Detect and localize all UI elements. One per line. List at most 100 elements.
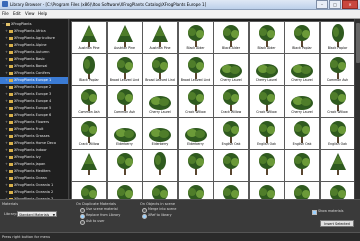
- tree-item[interactable]: + XFrogPlants Alpine: [0, 42, 68, 49]
- radio-use-scene-material[interactable]: [80, 208, 85, 213]
- plant-tile[interactable]: Cherry Laurel: [142, 85, 178, 118]
- plant-tile[interactable]: Black Alder: [213, 21, 249, 54]
- radio-replace-from-library[interactable]: [80, 214, 85, 219]
- plant-tile[interactable]: [248, 149, 285, 182]
- expand-icon[interactable]: +: [5, 56, 8, 63]
- expand-icon[interactable]: +: [5, 119, 8, 126]
- plant-tile[interactable]: English Oak: [284, 117, 320, 150]
- expand-icon[interactable]: +: [5, 35, 8, 42]
- plant-tile[interactable]: Broad Leaved Lind: [177, 53, 214, 86]
- plant-tile[interactable]: English Oak: [248, 117, 285, 150]
- plant-tile[interactable]: [319, 149, 354, 182]
- plant-tile[interactable]: [177, 149, 214, 182]
- tree-item[interactable]: + XFrogPlants Europe 6: [0, 112, 68, 119]
- plant-tile[interactable]: Broad Leaved Lind: [106, 53, 143, 86]
- plant-tile[interactable]: Elderberry: [106, 117, 143, 150]
- expand-icon[interactable]: +: [5, 154, 8, 161]
- expand-icon[interactable]: +: [5, 147, 8, 154]
- plant-tile[interactable]: Cherry Laurel: [284, 85, 320, 118]
- expand-icon[interactable]: +: [5, 126, 8, 133]
- plant-tile[interactable]: Black Alder: [177, 21, 214, 54]
- plant-tile[interactable]: [142, 149, 178, 182]
- expand-icon[interactable]: +: [5, 168, 8, 175]
- plant-tile[interactable]: Elderberry: [177, 117, 214, 150]
- radio-ask-to-user[interactable]: [80, 220, 85, 225]
- expand-icon[interactable]: +: [5, 91, 8, 98]
- plant-tile[interactable]: English Oak: [319, 117, 354, 150]
- expand-icon[interactable]: +: [5, 98, 8, 105]
- collapse-icon[interactable]: −: [2, 21, 5, 28]
- expand-icon[interactable]: +: [5, 112, 8, 119]
- tree-item[interactable]: + XFrogPlants Europe 2: [0, 84, 68, 91]
- radio-xref-to-library[interactable]: [142, 214, 147, 219]
- plant-tile[interactable]: Elderberry: [142, 117, 178, 150]
- grid-scrollbar[interactable]: [354, 19, 360, 212]
- tree-item[interactable]: + XFrogPlants Bonsai: [0, 63, 68, 70]
- show-materials-checkbox[interactable]: [312, 210, 317, 215]
- plant-tile[interactable]: [284, 149, 320, 182]
- menu-file[interactable]: File: [2, 11, 9, 16]
- plant-tile[interactable]: Black Poplar: [284, 21, 320, 54]
- plant-tile[interactable]: [106, 149, 143, 182]
- tree-item[interactable]: + XFrogPlants Europe 3: [0, 91, 68, 98]
- expand-icon[interactable]: +: [5, 140, 8, 147]
- scrollbar-thumb[interactable]: [356, 23, 360, 63]
- plant-tile[interactable]: Crack Willow: [71, 117, 107, 150]
- menu-help[interactable]: Help: [38, 11, 47, 16]
- tree-item[interactable]: + XFrogPlants Europe 4: [0, 98, 68, 105]
- tree-item[interactable]: + XFrogPlants Agriculture: [0, 35, 68, 42]
- expand-icon[interactable]: +: [5, 105, 8, 112]
- plant-tile[interactable]: English Oak: [213, 117, 249, 150]
- maximize-button[interactable]: □: [329, 0, 341, 9]
- expand-icon[interactable]: +: [5, 182, 8, 189]
- plant-tile[interactable]: Common Ash: [106, 85, 143, 118]
- expand-icon[interactable]: +: [5, 189, 8, 196]
- tree-item[interactable]: + XFrogPlants Conifers: [0, 70, 68, 77]
- tree-item[interactable]: + XFrogPlants Africa: [0, 28, 68, 35]
- tree-item[interactable]: + XFrogPlants Oceania 2: [0, 189, 68, 196]
- tree-item[interactable]: + XFrogPlants Japan: [0, 161, 68, 168]
- tree-item[interactable]: + XFrogPlants Flowers: [0, 119, 68, 126]
- plant-tile[interactable]: Austrian Pine: [71, 21, 107, 54]
- plant-tile[interactable]: Black Poplar: [71, 53, 107, 86]
- plant-tile[interactable]: Broad Leaved Lind: [142, 53, 178, 86]
- menu-edit[interactable]: Edit: [13, 11, 21, 16]
- tree-item[interactable]: + XFrogPlants Europe 1: [0, 77, 68, 84]
- expand-icon[interactable]: +: [5, 63, 8, 70]
- plant-tile[interactable]: Black Alder: [248, 21, 285, 54]
- expand-icon[interactable]: +: [5, 49, 8, 56]
- plant-tile[interactable]: Austrian Pine: [106, 21, 143, 54]
- expand-icon[interactable]: +: [5, 42, 8, 49]
- tree-item[interactable]: + XFrogPlants Grasses: [0, 133, 68, 140]
- close-button[interactable]: ✕: [342, 0, 358, 9]
- plant-tile[interactable]: Crack Willow: [248, 85, 285, 118]
- plant-tile[interactable]: Cherry Laurel: [284, 53, 320, 86]
- radio-merge-into-scene[interactable]: [142, 208, 147, 213]
- library-dropdown[interactable]: Standard Materials ▼: [17, 211, 57, 217]
- expand-icon[interactable]: +: [5, 70, 8, 77]
- plant-tile[interactable]: Common Ash: [319, 53, 354, 86]
- plant-tile[interactable]: Cherry Laurel: [213, 53, 249, 86]
- plant-tile[interactable]: [71, 149, 107, 182]
- tree-item[interactable]: + XFrogPlants Oceania 1: [0, 182, 68, 189]
- tree-item[interactable]: + XFrogPlants Mediterr.: [0, 168, 68, 175]
- tree-item[interactable]: + XFrogPlants Basic: [0, 56, 68, 63]
- expand-icon[interactable]: +: [5, 84, 8, 91]
- tree-item[interactable]: + XFrogPlants Home Deco: [0, 140, 68, 147]
- expand-icon[interactable]: +: [5, 77, 8, 84]
- plant-tile[interactable]: Cherry Laurel: [248, 53, 285, 86]
- plant-tile[interactable]: Crack Willow: [319, 85, 354, 118]
- plant-tile[interactable]: Crack Willow: [213, 85, 249, 118]
- expand-icon[interactable]: +: [5, 175, 8, 182]
- tree-item[interactable]: + XFrogPlants Fruit: [0, 126, 68, 133]
- plant-tile[interactable]: Crack Willow: [177, 85, 214, 118]
- plant-tile[interactable]: Black Poplar: [319, 21, 354, 54]
- tree-item[interactable]: + XFrogPlants Ivy: [0, 154, 68, 161]
- plant-tile[interactable]: Austrian Pine: [142, 21, 178, 54]
- expand-icon[interactable]: +: [5, 161, 8, 168]
- tree-item[interactable]: + XFrogPlants Ocean: [0, 175, 68, 182]
- minimize-button[interactable]: –: [316, 0, 328, 9]
- expand-icon[interactable]: +: [5, 28, 8, 35]
- expand-icon[interactable]: +: [5, 133, 8, 140]
- menu-view[interactable]: View: [25, 11, 35, 16]
